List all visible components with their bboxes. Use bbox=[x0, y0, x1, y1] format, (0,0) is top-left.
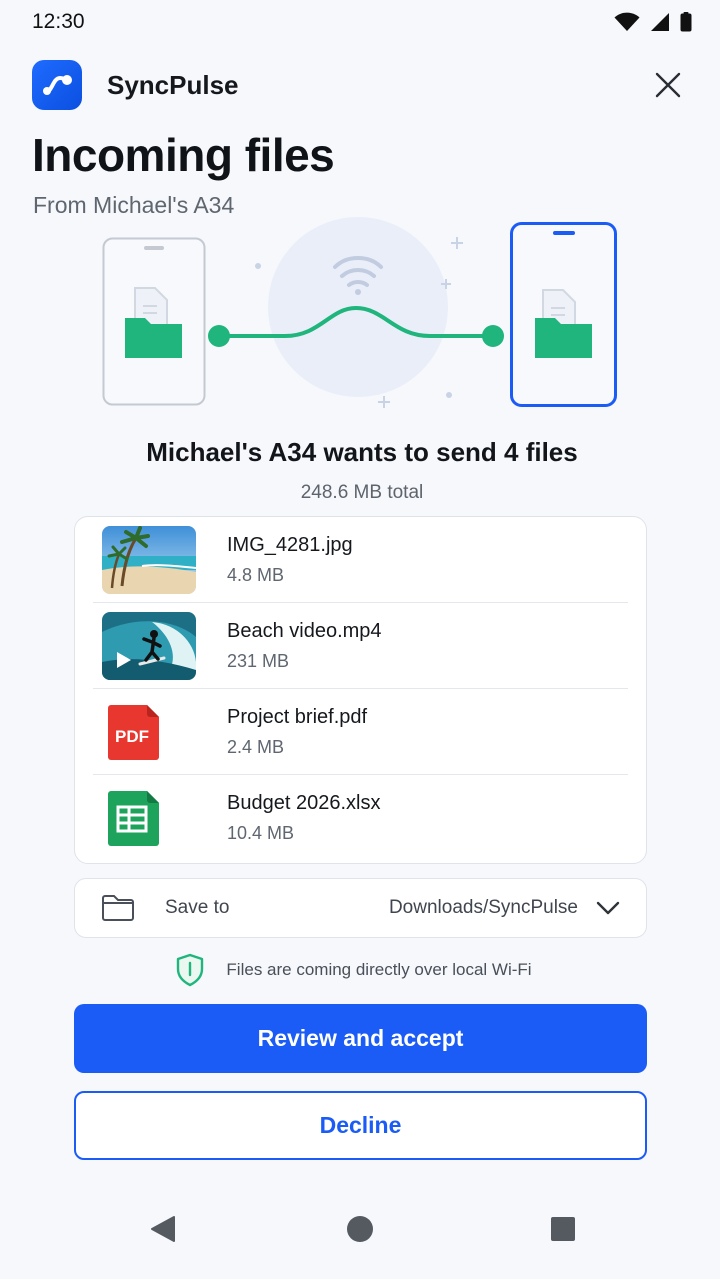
file-row[interactable]: IMG_4281.jpg 4.8 MB bbox=[93, 517, 628, 603]
save-to-label: Save to bbox=[165, 897, 230, 918]
pdf-badge: PDF bbox=[115, 727, 149, 746]
recents-button[interactable] bbox=[548, 1214, 578, 1244]
back-triangle-icon bbox=[151, 1216, 175, 1242]
file-size: 2.4 MB bbox=[227, 736, 285, 757]
close-icon bbox=[655, 72, 681, 98]
file-text: IMG_4281.jpg 4.8 MB bbox=[227, 534, 353, 586]
back-button[interactable] bbox=[148, 1214, 178, 1244]
file-row[interactable]: PDF Project brief.pdf 2.4 MB bbox=[93, 689, 628, 775]
transfer-heading: Michael's A34 wants to send 4 files bbox=[146, 437, 578, 467]
file-text: Budget 2026.xlsx 10.4 MB bbox=[227, 792, 380, 844]
syncpulse-logo-icon bbox=[32, 60, 82, 110]
close-button[interactable] bbox=[648, 65, 688, 105]
app-name: SyncPulse bbox=[107, 69, 239, 100]
decline-button[interactable]: Decline bbox=[74, 1091, 647, 1160]
security-notice: Files are coming directly over local Wi-… bbox=[0, 953, 720, 987]
file-list: IMG_4281.jpg 4.8 MB Beach video.mp4 231 … bbox=[74, 516, 647, 864]
home-button[interactable] bbox=[345, 1214, 375, 1244]
save-to-value: Downloads/SyncPulse bbox=[388, 897, 578, 918]
sender-phone-icon bbox=[102, 237, 206, 406]
wifi-icon bbox=[614, 12, 640, 31]
file-name: Beach video.mp4 bbox=[227, 619, 382, 642]
folder-icon bbox=[102, 895, 134, 921]
receiver-node bbox=[482, 325, 504, 347]
transfer-total: 248.6 MB total bbox=[300, 482, 424, 503]
file-name: Project brief.pdf bbox=[227, 705, 368, 728]
file-name: IMG_4281.jpg bbox=[227, 533, 353, 556]
sender-node bbox=[208, 325, 230, 347]
shield-icon bbox=[177, 953, 204, 987]
file-text: Beach video.mp4 231 MB bbox=[227, 620, 382, 672]
file-size: 231 MB bbox=[227, 650, 290, 671]
transfer-illustration bbox=[102, 217, 617, 408]
status-time: 12:30 bbox=[32, 10, 85, 33]
receiver-phone-icon bbox=[510, 222, 617, 407]
image-thumbnail bbox=[102, 525, 196, 594]
file-row[interactable]: Beach video.mp4 231 MB bbox=[93, 603, 628, 689]
battery-icon bbox=[680, 12, 692, 32]
app-header: SyncPulse bbox=[32, 60, 688, 110]
spreadsheet-icon bbox=[102, 784, 196, 852]
notice-text: Files are coming directly over local Wi-… bbox=[226, 960, 532, 979]
video-thumbnail bbox=[102, 611, 196, 680]
system-nav-bar bbox=[0, 1190, 720, 1266]
cellular-signal-icon bbox=[651, 13, 669, 31]
pdf-icon: PDF bbox=[102, 698, 196, 766]
status-icons bbox=[614, 12, 692, 32]
review-and-accept-button[interactable]: Review and accept bbox=[74, 1004, 647, 1073]
save-to-selector[interactable]: Save to Downloads/SyncPulse bbox=[74, 878, 647, 938]
home-circle-icon bbox=[347, 1216, 373, 1242]
file-text: Project brief.pdf 2.4 MB bbox=[227, 706, 367, 758]
chevron-down-icon bbox=[596, 901, 620, 915]
file-row[interactable]: Budget 2026.xlsx 10.4 MB bbox=[93, 775, 628, 861]
file-name: Budget 2026.xlsx bbox=[227, 792, 381, 814]
file-size: 10.4 MB bbox=[227, 823, 295, 843]
page-title: Incoming files bbox=[32, 129, 335, 181]
status-bar: 12:30 bbox=[0, 0, 720, 44]
recents-square-icon bbox=[551, 1217, 575, 1241]
file-size: 4.8 MB bbox=[227, 564, 285, 585]
